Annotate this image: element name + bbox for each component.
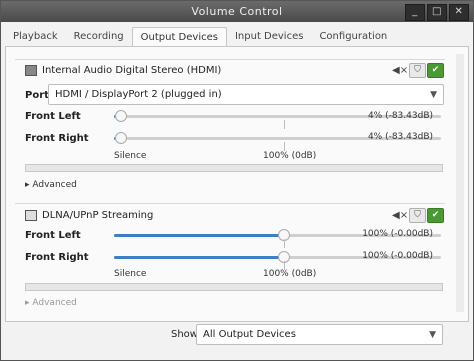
peak-meter (25, 283, 443, 291)
slider-knob[interactable] (114, 132, 127, 144)
device-2-name: DLNA/UPnP Streaming (42, 210, 154, 221)
hundred-percent-tick (284, 120, 285, 129)
hdmi-device-icon (25, 65, 37, 76)
hundred-percent-label: 100% (0dB) (263, 151, 317, 161)
window-controls: _ □ ✕ (405, 4, 469, 21)
device-2-channel-2-label: Front Right (25, 252, 89, 263)
silence-label: Silence (114, 151, 147, 161)
tab-configuration[interactable]: Configuration (311, 27, 395, 47)
hundred-percent-tick (284, 239, 285, 248)
device-1-channel-2-label: Front Right (25, 133, 89, 144)
lock-channels-icon[interactable]: ⛉ (409, 208, 426, 223)
chevron-down-icon: ▼ (429, 330, 436, 340)
title-bar: Volume Control _ □ ✕ (1, 1, 473, 22)
device-1-title: Internal Audio Digital Stereo (HDMI) (25, 65, 221, 76)
mute-speaker-icon[interactable]: ◀× (392, 65, 408, 76)
device-2-front-right-value: 100% (-0.00dB) (362, 251, 433, 261)
tab-playback[interactable]: Playback (5, 27, 66, 47)
show-filter-select[interactable]: All Output Devices ▼ (196, 324, 443, 345)
tab-output-devices[interactable]: Output Devices (131, 27, 227, 48)
device-1-channel-1-label: Front Left (25, 111, 81, 122)
advanced-expander[interactable]: ▸ Advanced (25, 298, 77, 308)
volume-control-window: Volume Control _ □ ✕ Playback Recording … (0, 0, 474, 361)
hundred-percent-label: 100% (0dB) (263, 269, 317, 279)
port-select[interactable]: HDMI / DisplayPort 2 (plugged in) ▼ (48, 84, 444, 105)
slider-fill (114, 234, 285, 237)
advanced-label: Advanced (32, 180, 77, 190)
printer-icon (25, 210, 37, 221)
device-1-front-right-value: 4% (-83.43dB) (367, 132, 433, 142)
device-2-channel-1-label: Front Left (25, 230, 81, 241)
scrollbar[interactable] (456, 54, 464, 312)
tab-input-devices[interactable]: Input Devices (227, 27, 311, 47)
device-2-front-left-value: 100% (-0.00dB) (362, 229, 433, 239)
lock-channels-icon[interactable]: ⛉ (409, 63, 426, 78)
tab-recording[interactable]: Recording (66, 27, 132, 47)
device-1-front-left-value: 4% (-83.43dB) (367, 111, 433, 121)
port-value: HDMI / DisplayPort 2 (plugged in) (55, 89, 222, 100)
show-filter-value: All Output Devices (203, 329, 296, 340)
divider (15, 59, 445, 60)
chevron-down-icon: ▼ (430, 90, 437, 100)
set-default-check-icon[interactable]: ✔ (427, 208, 444, 223)
window-title: Volume Control (191, 5, 283, 18)
peak-meter (25, 164, 443, 172)
hundred-percent-tick (284, 142, 285, 151)
slider-fill (114, 256, 285, 259)
device-2-title: DLNA/UPnP Streaming (25, 210, 153, 221)
slider-knob[interactable] (114, 110, 127, 122)
set-default-check-icon[interactable]: ✔ (427, 63, 444, 78)
tab-bar: Playback Recording Output Devices Input … (5, 27, 395, 48)
divider (15, 203, 445, 204)
silence-label: Silence (114, 269, 147, 279)
close-button[interactable]: ✕ (449, 4, 469, 21)
mute-speaker-icon[interactable]: ◀× (392, 210, 408, 221)
maximize-button[interactable]: □ (427, 4, 447, 21)
advanced-expander[interactable]: ▸ Advanced (25, 180, 77, 190)
minimize-button[interactable]: _ (405, 4, 425, 21)
advanced-label: Advanced (32, 298, 77, 308)
device-1-name: Internal Audio Digital Stereo (HDMI) (42, 65, 222, 76)
